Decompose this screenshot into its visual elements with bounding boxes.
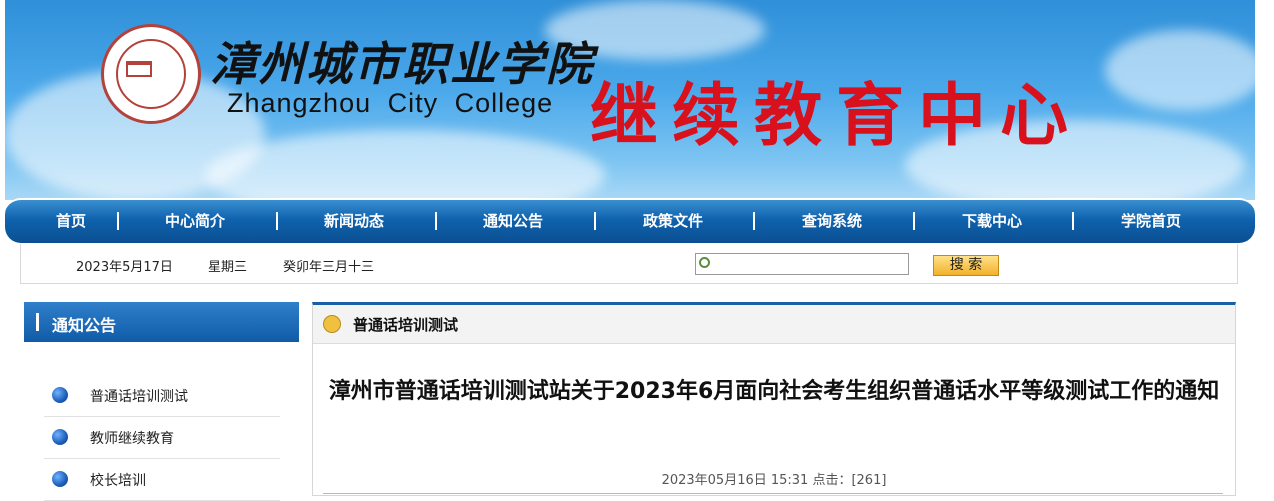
breadcrumb: 普通话培训测试 <box>313 305 1235 344</box>
nav-separator <box>117 212 119 230</box>
article-title: 漳州市普通话培训测试站关于2023年6月面向社会考生组织普通话水平等级测试工作的… <box>328 379 1220 404</box>
nav-separator <box>435 212 437 230</box>
current-date: 2023年5月17日 <box>76 260 173 275</box>
breadcrumb-label[interactable]: 普通话培训测试 <box>353 314 458 335</box>
search-button[interactable]: 搜 索 <box>933 255 999 276</box>
cloud-decoration <box>1105 30 1255 110</box>
nav-separator <box>276 212 278 230</box>
main-nav: 首页 中心简介 新闻动态 通知公告 政策文件 查询系统 下载中心 学院首页 <box>5 198 1255 243</box>
sidebar-item-label: 普通话培训测试 <box>90 389 188 405</box>
sidebar-item-label: 校长培训 <box>90 473 146 489</box>
arrow-circle-icon <box>323 315 341 333</box>
sidebar-header-marker <box>36 313 39 331</box>
nav-item-policy[interactable]: 政策文件 <box>643 200 703 243</box>
current-weekday: 星期三 <box>208 260 248 275</box>
sidebar: 通知公告 普通话培训测试 教师继续教育 校长培训 <box>24 302 299 501</box>
bullet-icon <box>52 471 68 487</box>
bullet-icon <box>52 429 68 445</box>
info-bar: 2023年5月17日 星期三 癸卯年三月十三 <box>20 244 1238 284</box>
divider <box>323 493 1223 494</box>
bullet-icon <box>52 387 68 403</box>
school-logo[interactable] <box>101 24 201 124</box>
sidebar-item-putonghua[interactable]: 普通话培训测试 <box>44 374 280 417</box>
nav-item-notices[interactable]: 通知公告 <box>483 200 543 243</box>
nav-separator <box>913 212 915 230</box>
search-icon <box>699 257 710 268</box>
center-title: 继续教育中心 <box>590 76 1083 156</box>
cloud-decoration <box>205 130 605 200</box>
nav-separator <box>753 212 755 230</box>
nav-separator <box>1072 212 1074 230</box>
nav-item-news[interactable]: 新闻动态 <box>324 200 384 243</box>
nav-item-about[interactable]: 中心简介 <box>165 200 225 243</box>
school-name-cn: 漳州城市职业学院 <box>210 37 594 91</box>
article-panel: 普通话培训测试 漳州市普通话培训测试站关于2023年6月面向社会考生组织普通话水… <box>312 302 1236 496</box>
header-banner: 漳州城市职业学院 Zhangzhou City College 继续教育中心 <box>5 0 1255 200</box>
sidebar-item-teacher-education[interactable]: 教师继续教育 <box>44 416 280 459</box>
logo-building-icon <box>126 61 152 77</box>
school-name-en: Zhangzhou City College <box>227 88 554 118</box>
sidebar-header: 通知公告 <box>24 302 299 342</box>
sidebar-title: 通知公告 <box>52 316 117 335</box>
lunar-date: 癸卯年三月十三 <box>283 260 375 275</box>
sidebar-item-principal-training[interactable]: 校长培训 <box>44 458 280 501</box>
nav-item-downloads[interactable]: 下载中心 <box>962 200 1022 243</box>
sidebar-item-label: 教师继续教育 <box>90 431 174 447</box>
nav-separator <box>594 212 596 230</box>
search-input[interactable] <box>695 253 909 275</box>
article-meta: 2023年05月16日 15:31 点击：[261] <box>661 473 887 488</box>
nav-item-home[interactable]: 首页 <box>56 200 86 243</box>
nav-item-query[interactable]: 查询系统 <box>802 200 862 243</box>
nav-item-college-home[interactable]: 学院首页 <box>1121 200 1181 243</box>
